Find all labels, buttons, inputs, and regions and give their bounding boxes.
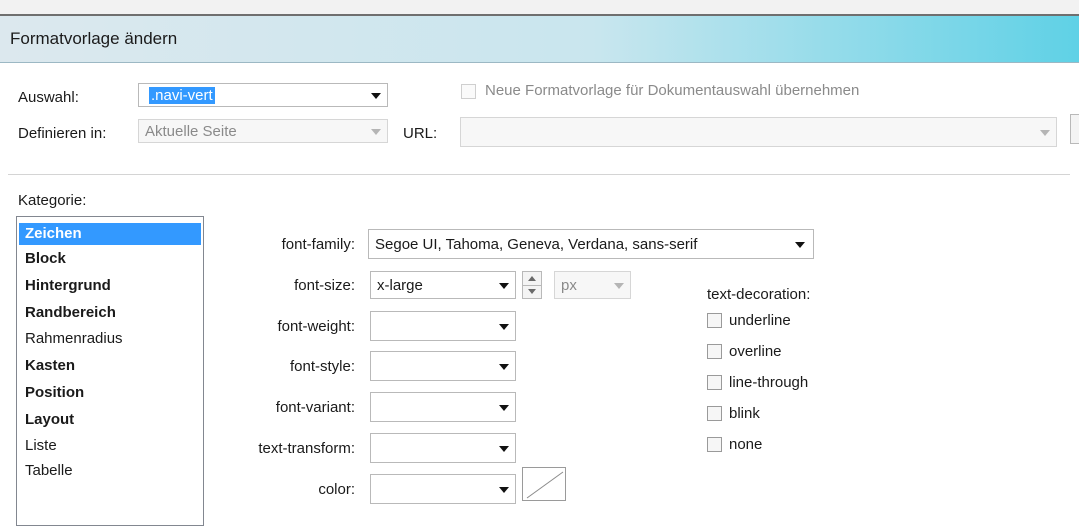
chevron-down-icon[interactable] xyxy=(499,324,509,330)
no-color-icon xyxy=(526,471,564,499)
font-size-spinner[interactable] xyxy=(522,271,542,299)
kategorie-item-zeichen[interactable]: Zeichen xyxy=(19,223,201,245)
font-size-combo[interactable]: x-large xyxy=(370,271,516,299)
none-checkbox[interactable] xyxy=(707,437,722,452)
underline-checkbox[interactable] xyxy=(707,313,722,328)
definieren-in-combo[interactable]: Aktuelle Seite xyxy=(138,119,388,143)
chevron-down-icon[interactable] xyxy=(499,364,509,370)
font-family-combo[interactable]: Segoe UI, Tahoma, Geneva, Verdana, sans-… xyxy=(368,229,814,259)
kategorie-item-hintergrund[interactable]: Hintergrund xyxy=(19,275,201,297)
browse-button[interactable] xyxy=(1070,114,1079,144)
blink-checkbox[interactable] xyxy=(707,406,722,421)
kategorie-item-tabelle[interactable]: Tabelle xyxy=(19,460,201,482)
spin-down-icon[interactable] xyxy=(528,289,536,294)
line-through-label: line-through xyxy=(729,374,809,391)
kategorie-list[interactable]: Zeichen Block Hintergrund Randbereich Ra… xyxy=(16,216,204,526)
overline-checkbox[interactable] xyxy=(707,344,722,359)
font-weight-label: font-weight: xyxy=(277,318,355,335)
definieren-in-value: Aktuelle Seite xyxy=(145,123,237,140)
dialog-title: Formatvorlage ändern xyxy=(10,29,178,48)
color-combo[interactable] xyxy=(370,474,516,504)
text-transform-label: text-transform: xyxy=(258,440,355,457)
font-size-label: font-size: xyxy=(294,277,355,294)
overline-label: overline xyxy=(729,343,782,360)
chevron-down-icon[interactable] xyxy=(499,487,509,493)
font-variant-combo[interactable] xyxy=(370,392,516,422)
kategorie-item-randbereich[interactable]: Randbereich xyxy=(19,302,201,324)
kategorie-item-position[interactable]: Position xyxy=(19,382,201,404)
kategorie-item-rahmenradius[interactable]: Rahmenradius xyxy=(19,328,201,350)
chevron-down-icon[interactable] xyxy=(499,446,509,452)
font-style-label: font-style: xyxy=(289,358,355,375)
neue-formatvorlage-label: Neue Formatvorlage für Dokumentauswahl ü… xyxy=(485,82,860,99)
color-swatch-button[interactable] xyxy=(522,467,566,501)
chevron-down-icon[interactable] xyxy=(614,283,624,289)
chevron-down-icon[interactable] xyxy=(371,93,381,99)
auswahl-selector-combo[interactable]: .navi-vert xyxy=(138,83,388,107)
kategorie-item-block[interactable]: Block xyxy=(19,248,201,270)
text-transform-combo[interactable] xyxy=(370,433,516,463)
dialog-title-bar[interactable]: Formatvorlage ändern xyxy=(0,16,1079,63)
font-family-value: Segoe UI, Tahoma, Geneva, Verdana, sans-… xyxy=(375,236,698,253)
none-label: none xyxy=(729,436,763,453)
parent-window-edge xyxy=(0,0,1079,16)
font-weight-combo[interactable] xyxy=(370,311,516,341)
chevron-down-icon[interactable] xyxy=(371,129,381,135)
underline-label: underline xyxy=(729,312,791,329)
font-size-unit-combo[interactable]: px xyxy=(554,271,631,299)
font-size-unit-value: px xyxy=(561,277,577,294)
url-combo[interactable] xyxy=(460,117,1057,147)
color-label: color: xyxy=(318,481,355,498)
blink-label: blink xyxy=(729,405,760,422)
chevron-down-icon[interactable] xyxy=(1040,130,1050,136)
kategorie-item-layout[interactable]: Layout xyxy=(19,409,201,431)
text-decoration-label: text-decoration: xyxy=(707,286,811,303)
font-style-combo[interactable] xyxy=(370,351,516,381)
neue-formatvorlage-checkbox[interactable] xyxy=(461,84,476,99)
kategorie-item-kasten[interactable]: Kasten xyxy=(19,355,201,377)
url-label: URL: xyxy=(403,125,438,142)
spin-up-icon[interactable] xyxy=(528,276,536,281)
font-family-label: font-family: xyxy=(281,236,355,253)
chevron-down-icon[interactable] xyxy=(499,405,509,411)
font-size-value: x-large xyxy=(377,277,423,294)
auswahl-selector-value: .navi-vert xyxy=(149,87,215,104)
line-through-checkbox[interactable] xyxy=(707,375,722,390)
separator xyxy=(8,174,1070,175)
definieren-label: Definieren in: xyxy=(18,125,107,142)
auswahl-label: Auswahl: xyxy=(18,89,79,106)
kategorie-item-liste[interactable]: Liste xyxy=(19,435,201,457)
font-variant-label: font-variant: xyxy=(275,399,355,416)
kategorie-label: Kategorie: xyxy=(18,192,87,209)
chevron-down-icon[interactable] xyxy=(795,242,805,248)
chevron-down-icon[interactable] xyxy=(499,283,509,289)
